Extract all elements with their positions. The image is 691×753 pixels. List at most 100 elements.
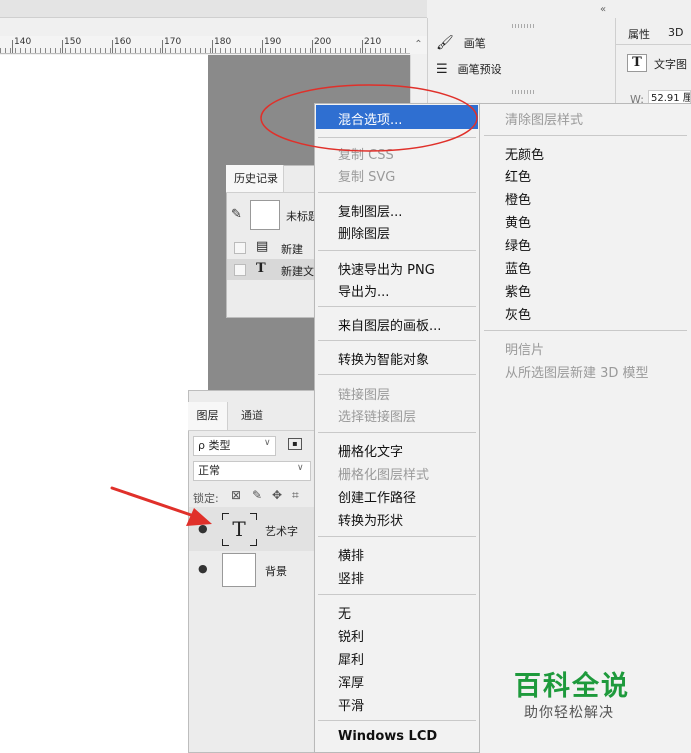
brush-presets-item[interactable]: ☰ 画笔预设 bbox=[436, 58, 502, 80]
menu-item-antialias-sharp[interactable]: 锐利 bbox=[338, 626, 364, 645]
thumb-bracket bbox=[250, 513, 257, 520]
document-icon: ▤ bbox=[256, 239, 269, 254]
ruler-label: 160 bbox=[114, 37, 132, 47]
history-source-checkbox[interactable] bbox=[234, 264, 246, 276]
menu-item-rasterize-type[interactable]: 栅格化文字 bbox=[338, 441, 403, 460]
menu-item-vertical[interactable]: 竖排 bbox=[338, 568, 364, 587]
chevron-down-icon: ∨ bbox=[264, 438, 271, 448]
watermark-subtitle: 助你轻松解决 bbox=[524, 705, 614, 721]
menu-item-copy-svg[interactable]: 复制 SVG bbox=[338, 166, 395, 185]
menu-item-antialias-none[interactable]: 无 bbox=[338, 603, 351, 622]
lock-transparent-icon[interactable]: ⊠ bbox=[231, 488, 241, 502]
layer-row-background[interactable]: ● 背景 bbox=[189, 547, 325, 591]
background-layer-thumbnail bbox=[222, 553, 256, 587]
menu-item-color-orange[interactable]: 橙色 bbox=[505, 189, 531, 208]
brush-panel-item[interactable]: 🖌︎ 画笔 bbox=[436, 32, 486, 54]
lock-paint-icon[interactable]: ✎ bbox=[252, 488, 262, 502]
ruler-label: 170 bbox=[164, 37, 182, 47]
text-layer-icon: T bbox=[627, 54, 647, 72]
panel-grip[interactable] bbox=[512, 24, 534, 28]
ruler-major-tick bbox=[312, 40, 313, 53]
menu-separator bbox=[318, 536, 476, 537]
menu-item-color-green[interactable]: 绿色 bbox=[505, 235, 531, 254]
layer-type-label: 文字图 bbox=[654, 58, 687, 71]
thumb-bracket bbox=[250, 539, 257, 546]
menu-item-rasterize-layer-style[interactable]: 栅格化图层样式 bbox=[338, 464, 429, 483]
menu-item-convert-smart-object[interactable]: 转换为智能对象 bbox=[338, 349, 429, 368]
document-canvas[interactable] bbox=[0, 55, 208, 753]
ruler-label: 210 bbox=[364, 37, 382, 47]
menu-item-artboard-from-layers[interactable]: 来自图层的画板... bbox=[338, 315, 441, 334]
menu-item-color-none[interactable]: 无颜色 bbox=[505, 144, 544, 163]
tab-3d[interactable]: 3D bbox=[668, 26, 683, 39]
scroll-up-arrow-icon[interactable]: ⌃ bbox=[410, 36, 427, 54]
menu-separator bbox=[318, 720, 476, 721]
menu-separator bbox=[484, 330, 687, 331]
menu-item-delete-layer[interactable]: 删除图层 bbox=[338, 223, 390, 242]
menu-item-create-work-path[interactable]: 创建工作路径 bbox=[338, 487, 416, 506]
ruler-label: 200 bbox=[314, 37, 332, 47]
menu-item-quick-export-png[interactable]: 快速导出为 PNG bbox=[338, 259, 435, 278]
menu-item-antialias-crisp[interactable]: 犀利 bbox=[338, 649, 364, 668]
menu-item-postcard[interactable]: 明信片 bbox=[505, 339, 544, 358]
snapshot-thumbnail[interactable] bbox=[250, 200, 280, 230]
lock-move-icon[interactable]: ✥ bbox=[272, 488, 282, 502]
tab-layers[interactable]: 图层 bbox=[188, 402, 228, 430]
menu-item-color-gray[interactable]: 灰色 bbox=[505, 304, 531, 323]
menu-item-link-layers[interactable]: 链接图层 bbox=[338, 384, 390, 403]
menu-separator bbox=[318, 374, 476, 375]
divider bbox=[226, 192, 326, 193]
history-source-checkbox[interactable] bbox=[234, 242, 246, 254]
tab-properties[interactable]: 属性 bbox=[628, 26, 650, 42]
menu-item-antialias-strong[interactable]: 浑厚 bbox=[338, 672, 364, 691]
ruler-label: 150 bbox=[64, 37, 82, 47]
menu-item-antialias-smooth[interactable]: 平滑 bbox=[338, 695, 364, 714]
menu-item-color-blue[interactable]: 蓝色 bbox=[505, 258, 531, 277]
menu-item-color-red[interactable]: 红色 bbox=[505, 166, 531, 185]
history-row[interactable]: ▤ 新建 bbox=[227, 237, 325, 258]
menu-separator bbox=[318, 594, 476, 595]
tab-history[interactable]: 历史记录 bbox=[226, 165, 284, 192]
menu-item-color-yellow[interactable]: 黄色 bbox=[505, 212, 531, 231]
menu-item-convert-to-shape[interactable]: 转换为形状 bbox=[338, 510, 403, 529]
chevron-down-icon: ∨ bbox=[297, 463, 304, 473]
menu-item-clear-layer-style[interactable]: 清除图层样式 bbox=[505, 109, 583, 128]
brush-presets-icon: ☰ bbox=[436, 61, 448, 77]
menu-item-new-3d-model[interactable]: 从所选图层新建 3D 模型 bbox=[505, 362, 649, 381]
image-filter-icon[interactable]: ▪ bbox=[288, 438, 302, 450]
visibility-eye-icon[interactable]: ● bbox=[198, 562, 208, 575]
collapse-panels-icon[interactable]: « bbox=[600, 4, 620, 16]
horizontal-ruler: 140 150 160 170 180 190 200 210 bbox=[0, 36, 410, 54]
menu-item-windows-lcd[interactable]: Windows LCD bbox=[338, 729, 437, 744]
menu-item-color-violet[interactable]: 紫色 bbox=[505, 281, 531, 300]
ruler-major-tick bbox=[62, 40, 63, 53]
ruler-label: 180 bbox=[214, 37, 232, 47]
menu-separator bbox=[318, 340, 476, 341]
ruler-label: 190 bbox=[264, 37, 282, 47]
tab-channels[interactable]: 通道 bbox=[230, 402, 274, 430]
menu-item-select-linked-layers[interactable]: 选择链接图层 bbox=[338, 406, 416, 425]
red-ellipse-annotation bbox=[260, 84, 478, 152]
ruler-label: 140 bbox=[14, 37, 32, 47]
lock-artboard-icon[interactable]: ⌗ bbox=[292, 488, 299, 503]
ruler-major-tick bbox=[262, 40, 263, 53]
brush-presets-label: 画笔预设 bbox=[457, 63, 502, 76]
menu-separator bbox=[484, 135, 687, 136]
menu-separator bbox=[318, 192, 476, 193]
menu-separator bbox=[318, 432, 476, 433]
menu-item-export-as[interactable]: 导出为... bbox=[338, 281, 389, 300]
blend-mode-select[interactable]: 正常 bbox=[193, 461, 311, 481]
history-row-selected[interactable]: T 新建文 bbox=[227, 259, 325, 280]
divider bbox=[188, 430, 326, 431]
ruler-major-tick bbox=[212, 40, 213, 53]
thumb-bracket bbox=[222, 539, 229, 546]
brush-icon: 🖌︎ bbox=[436, 35, 454, 51]
history-brush-icon[interactable]: ✎ bbox=[231, 207, 242, 222]
ruler-major-tick bbox=[162, 40, 163, 53]
divider bbox=[615, 44, 691, 45]
menu-item-duplicate-layer[interactable]: 复制图层... bbox=[338, 201, 402, 220]
watermark-title: 百科全说 bbox=[514, 671, 630, 702]
menu-item-horizontal[interactable]: 横排 bbox=[338, 545, 364, 564]
type-tool-icon: T bbox=[256, 261, 266, 276]
panel-grip[interactable] bbox=[512, 90, 534, 94]
